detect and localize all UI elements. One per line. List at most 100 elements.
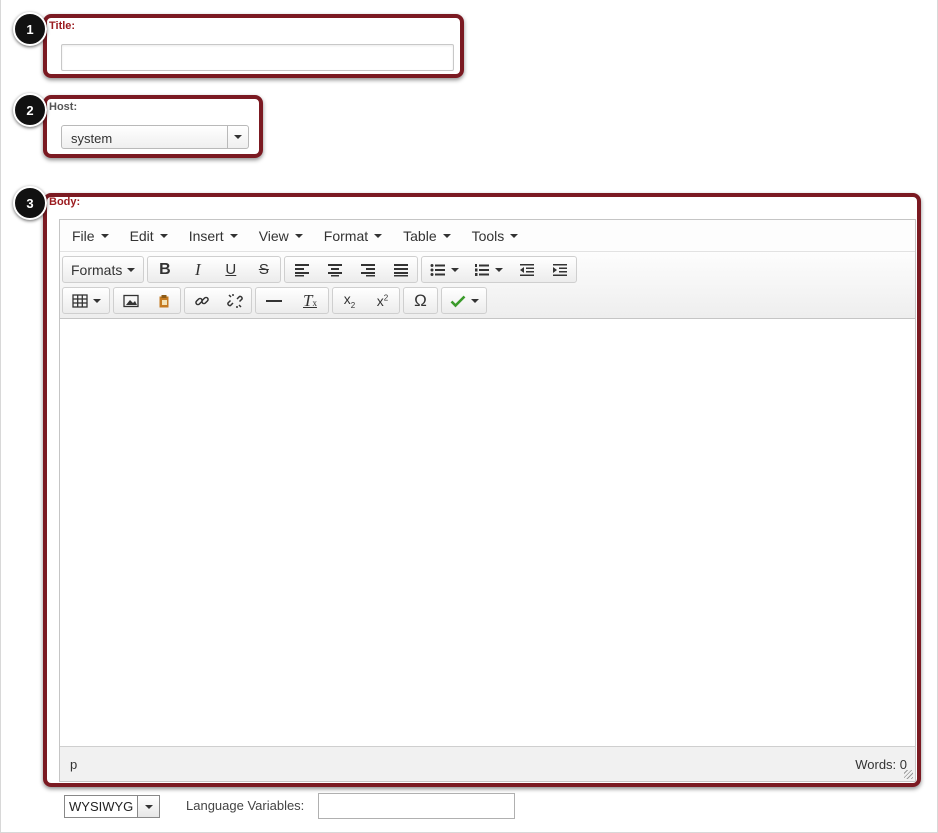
media-group: [113, 287, 181, 314]
superscript-button[interactable]: x2: [366, 288, 399, 313]
alignment-group: [284, 256, 419, 283]
menu-insert-label: Insert: [188, 227, 224, 244]
editor-mode-select[interactable]: WYSIWYG: [64, 795, 161, 818]
host-label: Host:: [49, 101, 78, 113]
insert-image-button[interactable]: [114, 288, 147, 313]
title-input[interactable]: [61, 44, 454, 71]
callout-badge-3: 3: [13, 186, 47, 220]
callout-badge-2: 2: [13, 93, 47, 127]
table-button[interactable]: [63, 288, 109, 313]
caret-icon: [374, 233, 383, 238]
element-path[interactable]: p: [70, 757, 77, 772]
formats-button[interactable]: Formats: [63, 257, 143, 282]
align-left-button[interactable]: [285, 257, 318, 282]
image-icon: [122, 294, 139, 307]
menu-edit[interactable]: Edit: [121, 224, 177, 248]
subscript-button[interactable]: x2: [333, 288, 366, 313]
strikethrough-button[interactable]: S: [247, 257, 280, 282]
indent-icon: [552, 263, 567, 276]
resize-handle-icon[interactable]: [904, 770, 913, 779]
word-count: Words: 0: [855, 756, 907, 772]
list-group: [421, 256, 578, 283]
caret-icon: [510, 233, 519, 238]
numbered-list-icon: [474, 263, 489, 276]
outdent-button[interactable]: [510, 257, 543, 282]
unlink-button[interactable]: [218, 288, 251, 313]
menu-view-label: View: [258, 227, 289, 244]
align-right-icon: [360, 263, 375, 276]
host-select[interactable]: system: [61, 125, 249, 149]
clipboard-icon: [159, 294, 168, 307]
numbered-list-button[interactable]: [466, 257, 510, 282]
omega-icon: Ω: [414, 290, 427, 310]
bullet-list-icon: [430, 263, 445, 276]
menu-tools[interactable]: Tools: [463, 224, 528, 248]
toolbar-row-2: Tx x2 x2 Ω: [62, 285, 915, 316]
rich-text-editor: File Edit Insert View Format Table Tools…: [59, 219, 916, 782]
subscript-icon: x2: [343, 291, 356, 310]
bold-button[interactable]: B: [148, 257, 181, 282]
justify-button[interactable]: [384, 257, 417, 282]
language-variables-label: Language Variables:: [186, 798, 305, 813]
formats-label: Formats: [71, 261, 123, 278]
insert-link-button[interactable]: [185, 288, 218, 313]
clear-formatting-button[interactable]: Tx: [292, 288, 328, 313]
format-group: Tx: [255, 287, 329, 314]
italic-button[interactable]: I: [181, 257, 214, 282]
align-right-button[interactable]: [351, 257, 384, 282]
editor-statusbar: p Words: 0: [60, 746, 915, 781]
link-icon: [194, 296, 209, 305]
table-group: [62, 287, 110, 314]
chevron-down-icon[interactable]: [138, 796, 160, 817]
unlink-icon: [226, 293, 243, 308]
underline-icon: U: [225, 261, 237, 278]
menu-edit-label: Edit: [129, 227, 154, 244]
menu-insert[interactable]: Insert: [180, 224, 247, 248]
editor-content-area[interactable]: [60, 319, 915, 747]
text-style-group: B I U S: [147, 256, 282, 283]
caret-icon: [159, 233, 168, 238]
toolbar-row-1: Formats B I U S: [62, 254, 915, 285]
caret-icon: [294, 233, 303, 238]
menu-file-label: File: [72, 227, 95, 244]
superscript-icon: x2: [376, 292, 389, 309]
menu-view[interactable]: View: [250, 224, 312, 248]
bullet-list-button[interactable]: [422, 257, 466, 282]
menu-format-label: Format: [323, 227, 369, 244]
caret-icon: [470, 298, 479, 303]
spellcheck-group: [441, 287, 487, 314]
table-icon: [71, 293, 88, 308]
editor-toolbar: Formats B I U S Tx x2 x2 Ω: [60, 252, 915, 319]
outdent-icon: [519, 263, 534, 276]
formats-group: Formats: [62, 256, 145, 283]
align-center-icon: [327, 263, 342, 276]
paste-button[interactable]: [147, 288, 180, 313]
horizontal-rule-icon: [266, 299, 282, 302]
caret-icon: [127, 267, 136, 272]
menu-format[interactable]: Format: [315, 224, 391, 248]
script-group: x2 x2: [332, 287, 400, 314]
special-character-button[interactable]: Ω: [404, 288, 437, 313]
chevron-down-icon[interactable]: [227, 126, 248, 148]
strikethrough-icon: S: [258, 261, 269, 278]
indent-button[interactable]: [543, 257, 576, 282]
menu-file[interactable]: File: [63, 224, 118, 248]
spellcheck-button[interactable]: [442, 288, 486, 313]
body-label: Body:: [49, 196, 81, 208]
caret-icon: [229, 233, 238, 238]
underline-button[interactable]: U: [214, 257, 247, 282]
host-select-value: system: [71, 131, 113, 146]
editor-menubar: File Edit Insert View Format Table Tools: [60, 220, 915, 252]
clear-formatting-icon: Tx: [303, 290, 317, 310]
language-variables-input[interactable]: [318, 793, 515, 819]
link-group: [184, 287, 252, 314]
caret-icon: [494, 267, 503, 272]
menu-table[interactable]: Table: [394, 224, 459, 248]
title-label: Title:: [49, 20, 76, 32]
justify-icon: [393, 263, 408, 276]
caret-icon: [442, 233, 451, 238]
horizontal-rule-button[interactable]: [256, 288, 292, 313]
menu-tools-label: Tools: [471, 227, 505, 244]
align-center-button[interactable]: [318, 257, 351, 282]
caret-icon: [450, 267, 459, 272]
